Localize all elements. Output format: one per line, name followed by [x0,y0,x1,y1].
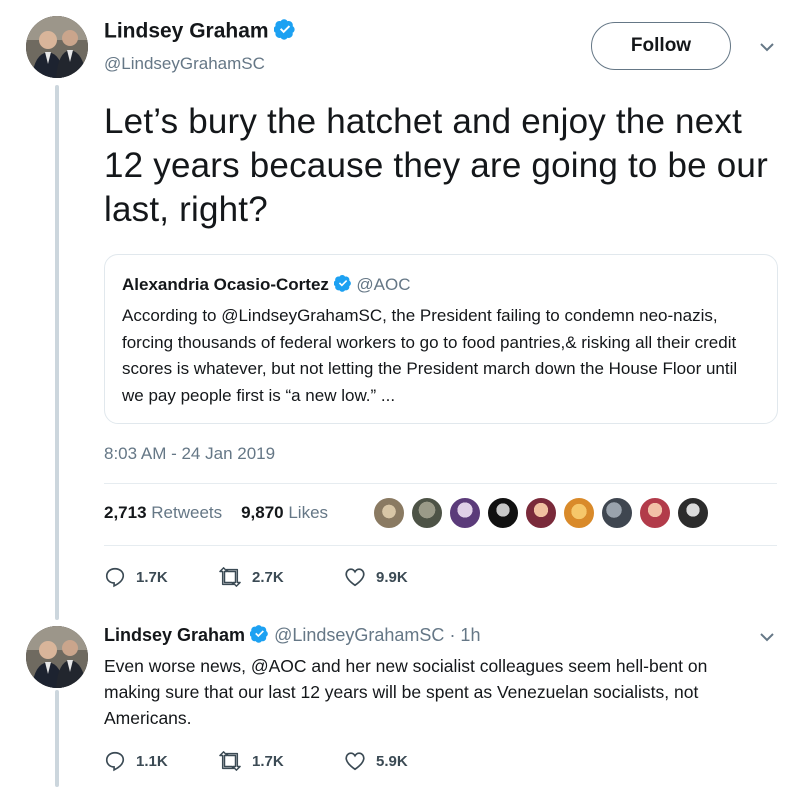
liker-avatar[interactable] [676,496,710,530]
avatar[interactable] [26,626,88,688]
likers-avatars[interactable] [372,496,714,532]
reply-tweet-text: Even worse news, @AOC and her new social… [104,656,708,728]
tweet-actions: 1.7K 2.7K 9.9K [104,566,440,588]
retweets-label: Retweets [151,503,223,522]
liker-avatar[interactable] [600,496,634,530]
like-icon [345,568,365,587]
engagement-stats: 2,713 Retweets 9,870 Likes [104,503,328,523]
author-name[interactable]: Lindsey Graham [104,20,269,43]
retweets-stat[interactable]: 2,713 Retweets [104,503,222,522]
divider [104,483,777,484]
quoted-tweet-card[interactable]: Alexandria Ocasio-Cortez @AOC According … [104,254,778,424]
reply-count: 1.1K [136,752,168,770]
reply-button[interactable]: 1.7K [104,566,186,588]
liker-avatar[interactable] [448,496,482,530]
like-button[interactable]: 5.9K [344,750,408,772]
likes-count: 9,870 [241,503,284,522]
like-icon [345,752,365,771]
liker-avatar[interactable] [486,496,520,530]
reply-author-handle[interactable]: @LindseyGrahamSC [274,625,444,645]
quoted-author-name: Alexandria Ocasio-Cortez [122,274,329,294]
reply-icon [105,751,125,772]
quoted-tweet-text: According to @LindseyGrahamSC, the Presi… [122,306,738,405]
tweet-timestamp[interactable]: 8:03 AM - 24 Jan 2019 [104,444,275,464]
likes-label: Likes [288,503,329,522]
quoted-author-handle: @AOC [356,274,411,294]
retweet-icon [219,567,241,587]
reply-age[interactable]: · 1h [449,625,480,645]
retweet-count: 2.7K [252,568,284,586]
reply-count: 1.7K [136,568,168,586]
liker-avatar[interactable] [410,496,444,530]
liker-avatar[interactable] [562,496,596,530]
thread-line [55,85,59,620]
retweet-button[interactable]: 1.7K [218,750,312,772]
divider [104,545,777,546]
chevron-down-icon[interactable] [758,38,776,56]
retweet-count: 1.7K [252,752,284,770]
reply-button[interactable]: 1.1K [104,750,186,772]
verified-badge-icon [273,18,296,46]
like-button[interactable]: 9.9K [344,566,408,588]
chevron-down-icon[interactable] [758,628,776,646]
like-count: 5.9K [376,752,408,770]
verified-badge-icon [249,624,269,648]
thread-line [55,690,59,787]
liker-avatar[interactable] [524,496,558,530]
reply-header: Lindsey Graham @LindseyGrahamSC · 1h [104,624,480,648]
reply-actions: 1.1K 1.7K 5.9K [104,750,440,772]
avatar[interactable] [26,16,88,78]
follow-button[interactable]: Follow [591,22,731,70]
reply-author-name[interactable]: Lindsey Graham [104,625,245,645]
author-handle[interactable]: @LindseyGrahamSC [104,54,265,74]
reply-icon [105,567,125,588]
retweets-count: 2,713 [104,503,147,522]
retweet-button[interactable]: 2.7K [218,566,312,588]
liker-avatar[interactable] [638,496,672,530]
retweet-icon [219,751,241,771]
likes-stat[interactable]: 9,870 Likes [241,503,328,522]
like-count: 9.9K [376,568,408,586]
verified-badge-icon [333,274,352,297]
tweet-text: Let’s bury the hatchet and enjoy the nex… [104,102,768,229]
liker-avatar[interactable] [372,496,406,530]
